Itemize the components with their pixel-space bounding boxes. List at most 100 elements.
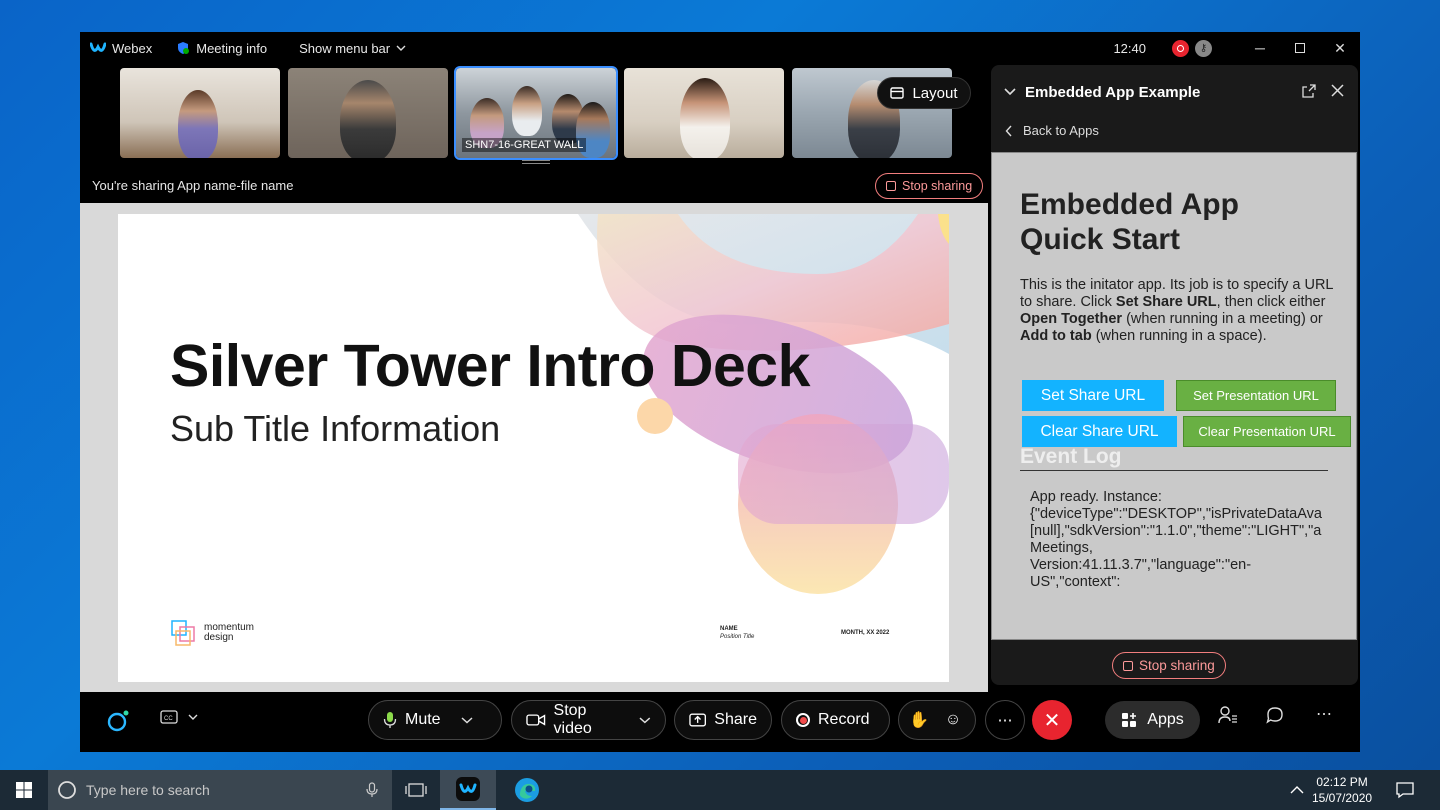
clear-share-url-button[interactable]: Clear Share URL <box>1022 416 1177 447</box>
desc-bold-add-to-tab: Add to tab <box>1020 328 1092 344</box>
title-bar: Webex Meeting info Show menu bar 12:40 ⚷… <box>80 32 1360 64</box>
layout-label: Layout <box>912 84 958 102</box>
stop-sharing-button[interactable]: Stop sharing <box>875 173 984 199</box>
event-log-output: App ready. Instance: {"deviceType":"DESK… <box>1030 489 1322 590</box>
record-icon <box>796 713 810 727</box>
raise-hand-icon[interactable]: ✋ <box>909 710 929 730</box>
webex-taskbar-app[interactable] <box>440 770 496 810</box>
clear-presentation-url-button[interactable]: Clear Presentation URL <box>1183 416 1351 447</box>
stop-square-icon <box>886 181 896 191</box>
more-panels-button[interactable]: ⋯ <box>1316 704 1332 724</box>
chevron-down-icon[interactable] <box>461 716 473 724</box>
minimize-button[interactable]: ─ <box>1240 32 1280 64</box>
apps-panel: Embedded App Example Back to Apps Embedd… <box>991 65 1358 685</box>
security-key-icon: ⚷ <box>1195 39 1212 57</box>
set-presentation-url-button[interactable]: Set Presentation URL <box>1176 380 1336 411</box>
presentation-slide: Silver Tower Intro Deck Sub Title Inform… <box>118 214 949 682</box>
popout-icon[interactable] <box>1302 84 1316 98</box>
show-menu-bar-button[interactable]: Show menu bar <box>299 41 406 56</box>
participant-tile[interactable] <box>120 68 280 158</box>
mute-button[interactable]: Mute <box>368 700 502 740</box>
record-button[interactable]: Record <box>781 700 890 740</box>
close-panel-icon[interactable] <box>1331 84 1344 97</box>
stop-video-button[interactable]: Stop video <box>511 700 666 740</box>
share-label: Share <box>714 711 757 728</box>
microphone-icon[interactable] <box>366 782 378 798</box>
participant-name <box>798 150 804 152</box>
stop-sharing-label: Stop sharing <box>902 179 973 193</box>
taskbar-search-box[interactable]: Type here to search <box>48 770 392 810</box>
apps-grid-icon <box>1122 713 1137 727</box>
participants-button[interactable] <box>1218 706 1238 729</box>
windows-start-icon[interactable] <box>16 782 32 798</box>
closed-captions-icon: CC <box>160 710 178 724</box>
webex-window: Webex Meeting info Show menu bar 12:40 ⚷… <box>80 32 1360 752</box>
mute-label: Mute <box>405 711 441 728</box>
desc-bold-open-together: Open Together <box>1020 311 1123 327</box>
svg-text:CC: CC <box>164 716 173 722</box>
record-label: Record <box>818 711 870 728</box>
end-call-button[interactable]: ✕ <box>1032 700 1072 740</box>
participant-name <box>126 150 132 152</box>
participant-strip: SHN7-16-GREAT WALL <box>120 66 952 160</box>
stop-square-icon <box>1123 660 1133 671</box>
participants-icon <box>1218 706 1237 724</box>
webex-logo-icon <box>90 42 106 52</box>
set-share-url-button[interactable]: Set Share URL <box>1022 380 1164 411</box>
desc-text: (when running in a space). <box>1091 328 1267 344</box>
panel-stop-sharing-button[interactable]: Stop sharing <box>1112 652 1226 679</box>
more-dots-icon: ⋯ <box>997 712 1013 729</box>
search-placeholder: Type here to search <box>86 782 210 798</box>
more-options-button[interactable]: ⋯ <box>985 700 1025 740</box>
shared-content-stage: Silver Tower Intro Deck Sub Title Inform… <box>80 203 988 692</box>
webex-menu[interactable]: Webex <box>90 41 152 56</box>
panel-stop-sharing-label: Stop sharing <box>1139 658 1215 673</box>
presenter-name: NAME <box>720 626 738 632</box>
close-icon: ✕ <box>1043 709 1061 732</box>
edge-taskbar-app[interactable] <box>500 770 554 810</box>
participant-tile[interactable] <box>624 68 784 158</box>
chevron-left-icon <box>1005 125 1012 136</box>
share-button[interactable]: Share <box>674 700 772 740</box>
momentum-logo-icon <box>171 620 195 646</box>
close-window-button[interactable]: ✕ <box>1320 32 1360 64</box>
taskbar-date: 15/07/2020 <box>1312 791 1373 805</box>
participant-tile[interactable] <box>288 68 448 158</box>
desc-text: (when running in a meeting) or <box>1122 311 1323 327</box>
meeting-clock: 12:40 <box>1113 40 1146 56</box>
brand-line-2: design <box>204 632 234 643</box>
reactions-icon[interactable]: ☺ <box>945 711 961 729</box>
participant-name <box>630 150 636 152</box>
webex-assistant-icon[interactable] <box>106 709 130 733</box>
participant-tile-active[interactable]: SHN7-16-GREAT WALL <box>454 66 618 160</box>
desc-text: , then click either <box>1216 294 1326 310</box>
meeting-info-button[interactable]: Meeting info <box>176 41 267 56</box>
share-screen-icon <box>689 713 707 727</box>
slide-presenter: NAME Position Title <box>720 626 754 640</box>
closed-captions-button[interactable]: CC <box>160 710 198 724</box>
windows-taskbar: Type here to search 02:12 PM 15/07/2020 <box>0 770 1440 810</box>
reactions-group: ✋ ☺ <box>898 700 976 740</box>
chat-button[interactable] <box>1266 706 1284 729</box>
back-to-apps-label: Back to Apps <box>1023 123 1099 138</box>
chevron-down-icon <box>188 714 198 720</box>
meeting-controls: CC Mute Stop video Share Record ✋ ☺ ⋯ ✕ <box>80 692 1360 752</box>
participant-name: SHN7-16-GREAT WALL <box>462 138 587 152</box>
notifications-icon[interactable] <box>1396 781 1414 799</box>
tray-overflow-chevron-icon[interactable] <box>1290 785 1304 794</box>
taskbar-clock[interactable]: 02:12 PM 15/07/2020 <box>1312 774 1372 806</box>
app-name: Webex <box>112 40 153 56</box>
layout-button[interactable]: Layout <box>877 77 971 109</box>
maximize-button[interactable] <box>1280 32 1320 64</box>
meeting-info-icon <box>178 42 190 54</box>
cortana-circle-icon <box>58 781 76 799</box>
apps-button[interactable]: Apps <box>1105 701 1200 739</box>
collapse-chevron-icon[interactable] <box>1003 87 1017 97</box>
strip-resize-handle[interactable] <box>522 160 550 164</box>
task-view-icon[interactable] <box>405 782 427 798</box>
participant-name <box>294 150 300 152</box>
taskbar-time: 02:12 PM <box>1316 775 1368 789</box>
back-to-apps-link[interactable]: Back to Apps <box>1005 123 1099 138</box>
slide-title: Silver Tower Intro Deck <box>170 333 810 399</box>
chevron-down-icon[interactable] <box>639 716 651 724</box>
